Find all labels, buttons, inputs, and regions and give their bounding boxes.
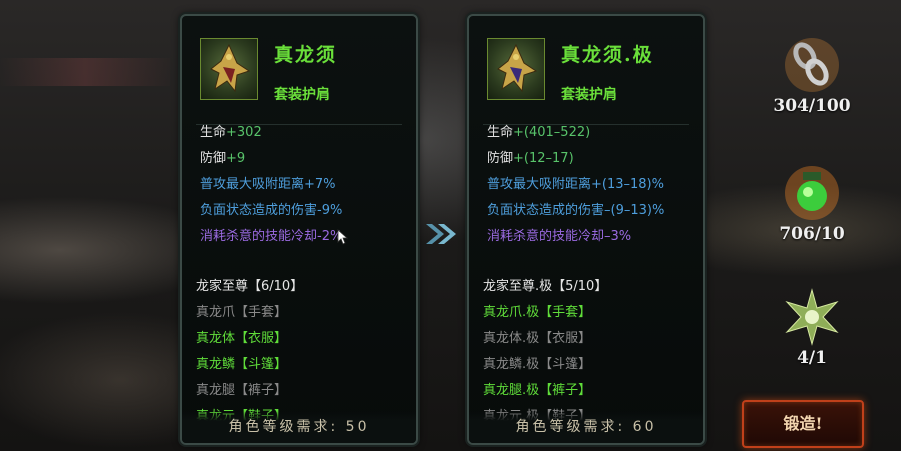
stat-row: 防御+(12–17) [487,146,697,172]
set-title: 龙家至尊.极【5/10】 [483,279,608,294]
stat-row: 生命+(401–522) [487,120,697,146]
set-piece: 真龙腿.极【裤子】 [483,383,592,398]
leaf-star-icon [783,288,841,346]
item-name: 真龙须 [274,44,338,66]
stat-row: 普攻最大吸附距离+(13–18)% [487,172,697,198]
stat-row: 消耗杀意的技能冷却–3% [487,224,697,250]
set-piece: 真龙腿【裤子】 [196,383,288,398]
material-gem[interactable]: 706/10 [752,164,872,244]
mouse-cursor-icon [337,229,349,249]
material-chain[interactable]: 304/100 [752,36,872,116]
item-name: 真龙须.极 [561,44,654,66]
item-type: 套装护肩 [274,87,330,103]
set-bonus-list: 龙家至尊【6/10】 真龙爪【手套】真龙体【衣服】真龙鳞【斗篷】真龙腿【裤子】真… [196,274,406,430]
chain-icon [783,36,841,94]
set-title: 龙家至尊【6/10】 [196,279,304,294]
item-header: 真龙须 套装护肩 [196,36,402,125]
stats-list: 生命+302 防御+9 普攻最大吸附距离+7% 负面状态造成的伤害-9% 消耗杀意的技能… [200,120,410,250]
stat-row: 普攻最大吸附距离+7% [200,172,410,198]
shoulder-armor-icon[interactable] [487,38,545,100]
set-piece: 真龙爪【手套】 [196,305,288,320]
stat-row: 消耗杀意的技能冷却-2% [200,224,410,250]
item-header: 真龙须.极 套装护肩 [483,36,689,125]
item-type: 套装护肩 [561,87,617,103]
upgraded-item-panel: 真龙须.极 套装护肩 生命+(401–522) 防御+(12–17) 普攻最大吸附距… [467,14,705,445]
material-leaf[interactable]: 4/1 [752,288,872,368]
set-piece: 真龙体.极【衣服】 [483,331,592,346]
shoulder-armor-icon[interactable] [200,38,258,100]
stat-label: 防御 [200,151,227,166]
stat-row: 负面状态造成的伤害–(9–13)% [487,198,697,224]
stat-label: 负面状态造成的伤害-9% [200,203,343,218]
stat-label: 消耗杀意的技能冷却–3% [487,229,632,244]
material-count: 304/100 [773,96,851,116]
set-piece: 真龙鳞.极【斗篷】 [483,357,592,372]
stat-value: +(401–522) [513,125,591,140]
stat-value: +(12–17) [513,151,574,166]
set-piece: 真龙鳞【斗篷】 [196,357,288,372]
stat-label: 负面状态造成的伤害–(9–13)% [487,203,665,218]
stat-label: 普攻最大吸附距离+(13–18)% [487,177,664,192]
current-item-panel: 真龙须 套装护肩 生命+302 防御+9 普攻最大吸附距离+7% 负面状态造成的伤害-… [180,14,418,445]
stat-row: 负面状态造成的伤害-9% [200,198,410,224]
green-gem-icon [783,164,841,222]
material-count: 706/10 [779,224,845,244]
stats-list: 生命+(401–522) 防御+(12–17) 普攻最大吸附距离+(13–18)% 负… [487,120,697,250]
stat-label: 生命 [487,125,514,140]
stat-row: 生命+302 [200,120,410,146]
background-banner [0,58,170,86]
level-requirement: 角色等级需求: 60 [469,411,703,443]
stat-value: +302 [226,125,262,140]
upgrade-arrow-icon [424,220,460,248]
set-piece: 真龙爪.极【手套】 [483,305,592,320]
stat-row: 防御+9 [200,146,410,172]
forge-button[interactable]: 锻造! [742,400,864,448]
stat-label: 消耗杀意的技能冷却-2% [200,229,343,244]
set-bonus-list: 龙家至尊.极【5/10】 真龙爪.极【手套】 真龙体.极【衣服】 真龙鳞.极【斗篷】… [483,274,693,430]
level-requirement: 角色等级需求: 50 [182,411,416,443]
stat-label: 生命 [200,125,227,140]
stat-value: +9 [226,151,246,166]
material-count: 4/1 [797,348,827,368]
stat-label: 防御 [487,151,514,166]
stat-label: 普攻最大吸附距离+7% [200,177,336,192]
set-piece: 真龙体【衣服】 [196,331,288,346]
